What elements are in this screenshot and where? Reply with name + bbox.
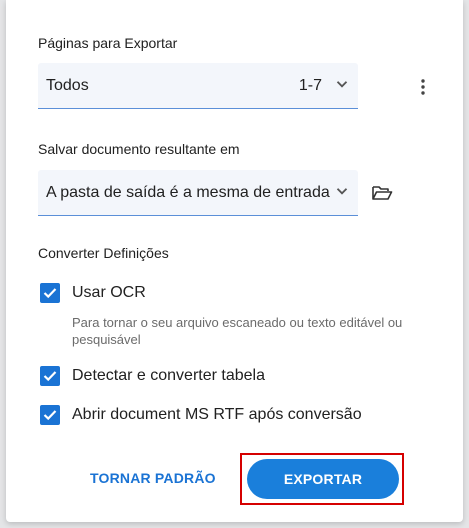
ocr-label: Usar OCR bbox=[72, 284, 146, 301]
output-folder-value: A pasta de saída é a mesma de entrada bbox=[46, 184, 330, 201]
more-options-button[interactable] bbox=[409, 73, 437, 101]
more-vertical-icon bbox=[421, 79, 425, 95]
open-rtf-checkbox[interactable] bbox=[40, 405, 60, 425]
detect-table-label: Detectar e converter tabela bbox=[72, 367, 265, 384]
browse-folder-button[interactable] bbox=[368, 179, 396, 207]
checkmark-icon bbox=[43, 371, 57, 382]
export-dialog: Páginas para Exportar Todos 1-7 Salvar d… bbox=[6, 0, 463, 522]
detect-table-checkbox[interactable] bbox=[40, 366, 60, 386]
export-button[interactable]: EXPORTAR bbox=[247, 459, 399, 499]
pages-select[interactable]: Todos 1-7 bbox=[38, 63, 358, 109]
chevron-down-icon bbox=[336, 81, 348, 88]
open-rtf-label: Abrir document MS RTF após conversão bbox=[72, 406, 362, 423]
checkmark-icon bbox=[43, 288, 57, 299]
pages-range: 1-7 bbox=[298, 77, 322, 94]
set-default-button[interactable]: TORNAR PADRÃO bbox=[90, 470, 216, 486]
output-folder-select[interactable]: A pasta de saída é a mesma de entrada bbox=[38, 170, 358, 216]
settings-section-label: Converter Definições bbox=[38, 245, 169, 261]
save-section-label: Salvar documento resultante em bbox=[38, 141, 240, 157]
folder-open-icon bbox=[372, 186, 393, 200]
ocr-checkbox[interactable] bbox=[40, 283, 60, 303]
pages-select-value: Todos bbox=[46, 77, 89, 94]
pages-section-label: Páginas para Exportar bbox=[38, 35, 178, 51]
ocr-hint: Para tornar o seu arquivo escaneado ou t… bbox=[72, 315, 403, 347]
checkmark-icon bbox=[43, 410, 57, 421]
chevron-down-icon bbox=[336, 188, 348, 195]
